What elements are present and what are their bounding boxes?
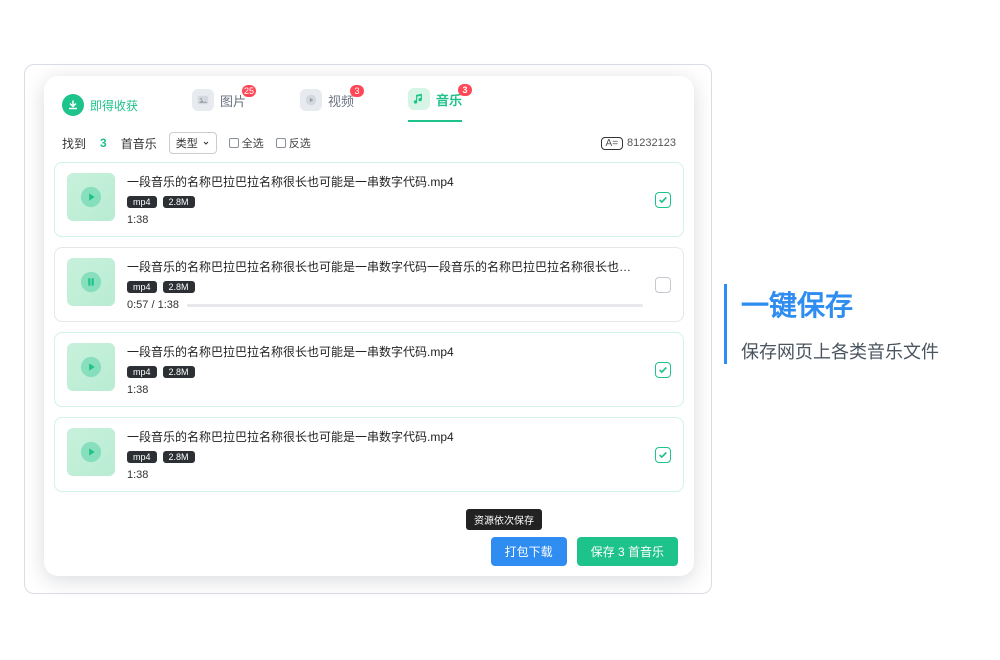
- brand[interactable]: 即得收获: [62, 94, 138, 116]
- item-duration: 1:38: [127, 384, 643, 396]
- item-meta: 一段音乐的名称巴拉巴拉名称很长也可能是一串数字代码.mp4 mp4 2.8M 1:38: [127, 343, 643, 396]
- user-id[interactable]: A= 81232123: [601, 137, 676, 150]
- video-icon: [300, 89, 322, 111]
- pause-icon[interactable]: [67, 258, 115, 306]
- item-duration: 0:57 / 1:38: [127, 299, 643, 311]
- item-meta: 一段音乐的名称巴拉巴拉名称很长也可能是一串数字代码.mp4 mp4 2.8M 1:38: [127, 173, 643, 226]
- found-prefix: 找到: [62, 135, 86, 152]
- item-pills: mp4 2.8M: [127, 281, 643, 293]
- tab-badge: 25: [242, 85, 256, 97]
- item-title: 一段音乐的名称巴拉巴拉名称很长也可能是一串数字代码一段音乐的名称巴拉巴拉名称很长…: [127, 258, 643, 275]
- item-pills: mp4 2.8M: [127, 451, 643, 463]
- item-meta: 一段音乐的名称巴拉巴拉名称很长也可能是一串数字代码一段音乐的名称巴拉巴拉名称很长…: [127, 258, 643, 311]
- music-icon: [408, 88, 430, 110]
- promo-subtitle: 保存网页上各类音乐文件: [741, 338, 939, 364]
- item-title: 一段音乐的名称巴拉巴拉名称很长也可能是一串数字代码.mp4: [127, 343, 643, 360]
- toolbar: 找到 3 首音乐 类型 全选 反选 A= 81232123: [44, 122, 694, 162]
- image-icon: [192, 89, 214, 111]
- footer: 资源依次保存 打包下载 保存 3 首音乐: [44, 527, 694, 576]
- checkbox-icon: [229, 138, 239, 148]
- brand-icon: [62, 94, 84, 116]
- item-pills: mp4 2.8M: [127, 366, 643, 378]
- music-list: 一段音乐的名称巴拉巴拉名称很长也可能是一串数字代码.mp4 mp4 2.8M 1:38…: [44, 162, 694, 527]
- format-badge: mp4: [127, 281, 157, 293]
- download-button[interactable]: 打包下载: [491, 537, 567, 566]
- checkbox-icon: [276, 138, 286, 148]
- invert-selection[interactable]: 反选: [276, 135, 311, 151]
- tab-badge: 3: [458, 84, 472, 96]
- size-badge: 2.8M: [163, 281, 195, 293]
- item-pills: mp4 2.8M: [127, 196, 643, 208]
- list-item[interactable]: 一段音乐的名称巴拉巴拉名称很长也可能是一串数字代码.mp4 mp4 2.8M 1:38: [54, 162, 684, 237]
- format-badge: mp4: [127, 196, 157, 208]
- user-icon: A=: [601, 137, 624, 150]
- item-checkbox[interactable]: [655, 277, 671, 293]
- user-id-text: 81232123: [627, 137, 676, 149]
- promo-panel: 一键保存 保存网页上各类音乐文件: [724, 284, 939, 364]
- item-checkbox[interactable]: [655, 447, 671, 463]
- progress-bar[interactable]: [187, 304, 643, 307]
- size-badge: 2.8M: [163, 196, 195, 208]
- item-duration: 1:38: [127, 214, 643, 226]
- list-item[interactable]: 一段音乐的名称巴拉巴拉名称很长也可能是一串数字代码.mp4 mp4 2.8M 1:38: [54, 417, 684, 492]
- play-icon[interactable]: [67, 343, 115, 391]
- save-button[interactable]: 保存 3 首音乐: [577, 537, 678, 566]
- size-badge: 2.8M: [163, 451, 195, 463]
- item-checkbox[interactable]: [655, 192, 671, 208]
- tooltip: 资源依次保存: [466, 509, 542, 530]
- tab-badge: 3: [350, 85, 364, 97]
- item-checkbox[interactable]: [655, 362, 671, 378]
- list-item[interactable]: 一段音乐的名称巴拉巴拉名称很长也可能是一串数字代码.mp4 mp4 2.8M 1:38: [54, 332, 684, 407]
- select-all[interactable]: 全选: [229, 135, 264, 151]
- tab-videos[interactable]: 视频 3: [300, 89, 354, 121]
- list-item[interactable]: 一段音乐的名称巴拉巴拉名称很长也可能是一串数字代码一段音乐的名称巴拉巴拉名称很长…: [54, 247, 684, 322]
- found-suffix: 首音乐: [121, 135, 157, 152]
- main-card: 即得收获 图片 25 视频 3 音乐 3 找到 3 首音乐: [44, 76, 694, 576]
- format-badge: mp4: [127, 451, 157, 463]
- tab-music[interactable]: 音乐 3: [408, 88, 462, 122]
- chevron-down-icon: [202, 139, 210, 147]
- format-badge: mp4: [127, 366, 157, 378]
- invert-label: 反选: [289, 135, 311, 151]
- brand-label: 即得收获: [90, 97, 138, 114]
- size-badge: 2.8M: [163, 366, 195, 378]
- tabbar: 即得收获 图片 25 视频 3 音乐 3: [44, 76, 694, 122]
- type-select[interactable]: 类型: [169, 132, 217, 154]
- promo-title: 一键保存: [741, 284, 939, 324]
- found-count: 3: [100, 136, 107, 150]
- item-duration: 1:38: [127, 469, 643, 481]
- select-all-label: 全选: [242, 135, 264, 151]
- item-title: 一段音乐的名称巴拉巴拉名称很长也可能是一串数字代码.mp4: [127, 428, 643, 445]
- item-meta: 一段音乐的名称巴拉巴拉名称很长也可能是一串数字代码.mp4 mp4 2.8M 1:38: [127, 428, 643, 481]
- play-icon[interactable]: [67, 428, 115, 476]
- tab-images[interactable]: 图片 25: [192, 89, 246, 121]
- item-title: 一段音乐的名称巴拉巴拉名称很长也可能是一串数字代码.mp4: [127, 173, 643, 190]
- play-icon[interactable]: [67, 173, 115, 221]
- type-select-label: 类型: [176, 135, 198, 151]
